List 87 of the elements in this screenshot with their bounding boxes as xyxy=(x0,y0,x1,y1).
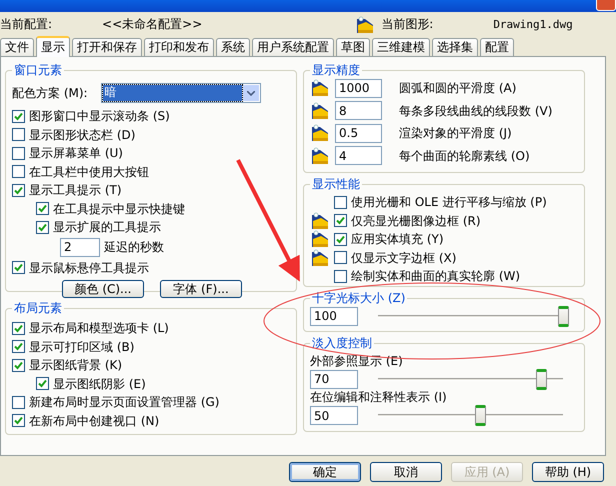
drawing-label: 当前图形: xyxy=(381,17,434,32)
number-field[interactable]: 4 xyxy=(335,146,382,166)
tab[interactable]: 文件 xyxy=(0,38,34,56)
checkbox-label: 显示图形状态栏 (D) xyxy=(29,128,136,142)
field-label: 延迟的秒数 xyxy=(104,240,164,255)
checkbox-label: 在新布局中创建视口 (N) xyxy=(29,414,160,428)
checkbox-label: 仅亮显光栅图像边框 (R) xyxy=(351,214,481,228)
checkbox[interactable] xyxy=(12,146,25,160)
checkbox-label: 显示图纸阴影 (E) xyxy=(53,376,146,391)
checkbox[interactable] xyxy=(12,110,25,123)
group-title: 布局元素 xyxy=(12,301,64,316)
number-field[interactable]: 70 xyxy=(310,370,358,389)
checkbox-label: 使用光栅和 OLE 进行平移与缩放 (P) xyxy=(351,195,547,210)
checkbox[interactable] xyxy=(12,184,25,197)
tab[interactable]: 三维建模 xyxy=(372,38,430,56)
drawing-file-icon xyxy=(310,78,330,98)
checkbox[interactable] xyxy=(12,128,25,142)
tab[interactable]: 打开和保存 xyxy=(72,38,142,56)
dialog-button[interactable]: 取消 xyxy=(370,462,442,482)
tab[interactable]: 配置 xyxy=(480,38,514,56)
drawing-file-icon xyxy=(310,100,330,121)
checkbox-label: 显示布局和模型选项卡 (L) xyxy=(29,321,169,336)
checkbox[interactable] xyxy=(12,261,25,274)
checkbox[interactable] xyxy=(36,202,49,216)
number-field[interactable]: 50 xyxy=(310,406,358,426)
checkbox[interactable] xyxy=(36,220,49,234)
checkbox[interactable] xyxy=(12,358,25,372)
checkbox-label: 显示可打印区域 (B) xyxy=(29,340,134,354)
dialog-button[interactable]: 确定 xyxy=(289,462,361,482)
field-label: 每个曲面的轮廓素线 (O) xyxy=(399,148,530,163)
checkbox[interactable] xyxy=(12,165,25,178)
checkbox[interactable] xyxy=(334,232,347,246)
group-title: 十字光标大小 (Z) xyxy=(310,291,408,306)
number-field[interactable]: 2 xyxy=(60,238,100,257)
dropdown[interactable]: 暗 xyxy=(100,83,261,103)
checkbox[interactable] xyxy=(334,214,347,228)
checkbox-label: 显示扩展的工具提示 xyxy=(53,220,161,234)
checkbox-label: 显示工具提示 (T) xyxy=(29,183,122,198)
checkbox-label: 在工具提示中显示快捷键 xyxy=(53,202,185,216)
field-label: 圆弧和圆的平滑度 (A) xyxy=(399,81,516,96)
drawing-file-icon xyxy=(355,14,376,34)
slider-thumb[interactable] xyxy=(474,405,486,426)
checkbox-label: 显示图纸背景 (K) xyxy=(29,358,122,372)
checkbox-label: 在工具栏中使用大按钮 xyxy=(29,164,149,179)
checkbox[interactable] xyxy=(334,270,347,283)
number-field[interactable]: 1000 xyxy=(335,78,382,98)
checkbox[interactable] xyxy=(12,340,25,354)
drawing-file-icon xyxy=(310,146,330,166)
number-field[interactable]: 100 xyxy=(310,306,358,326)
drawing-file-icon xyxy=(310,123,330,144)
tab[interactable]: 显示 xyxy=(36,36,70,57)
checkbox-label: 绘制实体和曲面的真实轮廓 (W) xyxy=(351,269,520,284)
checkbox-label: 显示鼠标悬停工具提示 xyxy=(29,260,149,275)
checkbox[interactable] xyxy=(334,196,347,209)
checkbox[interactable] xyxy=(12,414,25,428)
checkbox-label: 显示屏幕菜单 (U) xyxy=(29,146,123,160)
tab[interactable]: 打印和发布 xyxy=(144,38,214,56)
tab[interactable]: 系统 xyxy=(216,38,250,56)
slider-thumb[interactable] xyxy=(536,368,547,390)
field-label: 渲染对象的平滑度 (J) xyxy=(399,126,512,140)
checkbox-label: 图形窗口中显示滚动条 (S) xyxy=(29,109,170,124)
checkbox-label: 新建布局时显示页面设置管理器 (G) xyxy=(29,395,220,410)
slider-thumb[interactable] xyxy=(558,306,569,326)
group-title: 窗口元素 xyxy=(12,63,64,78)
color-font-button[interactable]: 字体 (F)... xyxy=(160,280,242,298)
tab[interactable]: 用户系统配置 xyxy=(252,38,334,56)
field-label: 配色方案 (M): xyxy=(12,86,88,100)
tab[interactable]: 草图 xyxy=(336,38,370,56)
number-field[interactable]: 0.5 xyxy=(335,124,382,143)
tab[interactable]: 选择集 xyxy=(432,38,478,56)
drawing-name: Drawing1.dwg xyxy=(493,18,573,32)
checkbox[interactable] xyxy=(334,251,347,264)
group-title: 淡入度控制 xyxy=(310,336,374,350)
number-field[interactable]: 8 xyxy=(335,101,382,120)
color-font-button[interactable]: 颜色 (C)... xyxy=(62,280,144,298)
group-title: 显示性能 xyxy=(310,177,362,192)
profile-name: <<未命名配置>> xyxy=(102,17,202,32)
checkbox-label: 应用实体填充 (Y) xyxy=(351,232,444,246)
checkbox-label: 仅显示文字边框 (X) xyxy=(351,250,456,265)
dialog-button[interactable]: 帮助 (H) xyxy=(532,462,604,482)
field-label: 每条多段线曲线的线段数 (V) xyxy=(399,104,552,118)
group-title: 显示精度 xyxy=(310,63,362,78)
checkbox[interactable] xyxy=(12,396,25,409)
profile-label: 当前配置: xyxy=(0,17,52,32)
checkbox[interactable] xyxy=(36,377,49,390)
checkbox[interactable] xyxy=(12,322,25,335)
slider-label: 在位编辑和注释性表示 (I) xyxy=(310,390,448,405)
